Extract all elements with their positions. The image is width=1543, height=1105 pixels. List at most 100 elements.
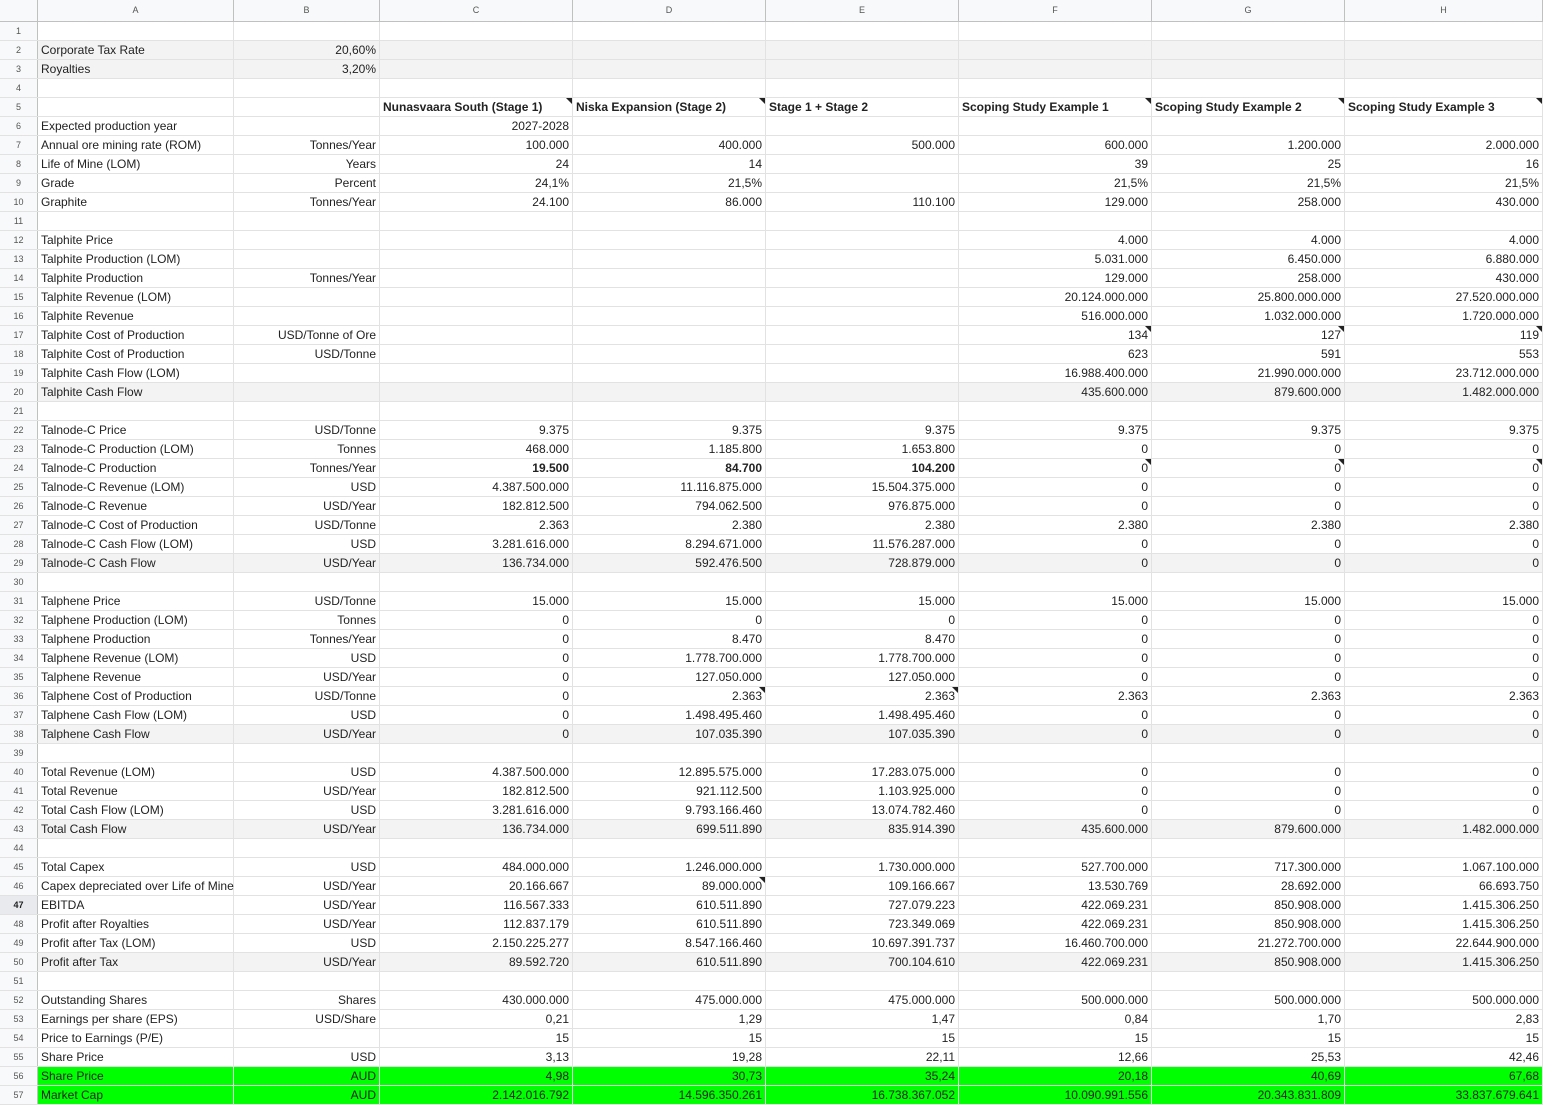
- row-number[interactable]: 19: [0, 364, 38, 382]
- cell-c17[interactable]: [380, 326, 573, 344]
- cell-a44[interactable]: [38, 839, 234, 857]
- cell-f44[interactable]: [959, 839, 1152, 857]
- cell-c32[interactable]: 0: [380, 611, 573, 629]
- cell-e20[interactable]: [766, 383, 959, 401]
- cell-d6[interactable]: [573, 117, 766, 135]
- cell-e1[interactable]: [766, 22, 959, 40]
- cell-b36[interactable]: USD/Tonne: [234, 687, 380, 705]
- cell-h7[interactable]: 2.000.000: [1345, 136, 1543, 154]
- cell-c15[interactable]: [380, 288, 573, 306]
- cell-g6[interactable]: [1152, 117, 1345, 135]
- cell-b41[interactable]: USD/Year: [234, 782, 380, 800]
- cell-e22[interactable]: 9.375: [766, 421, 959, 439]
- cell-f45[interactable]: 527.700.000: [959, 858, 1152, 876]
- cell-a25[interactable]: Talnode-C Revenue (LOM): [38, 478, 234, 496]
- cell-h14[interactable]: 430.000: [1345, 269, 1543, 287]
- cell-g5[interactable]: Scoping Study Example 2: [1152, 98, 1345, 116]
- cell-f55[interactable]: 12,66: [959, 1048, 1152, 1066]
- cell-h16[interactable]: 1.720.000.000: [1345, 307, 1543, 325]
- cell-b43[interactable]: USD/Year: [234, 820, 380, 838]
- cell-h47[interactable]: 1.415.306.250: [1345, 896, 1543, 914]
- cell-g46[interactable]: 28.692.000: [1152, 877, 1345, 895]
- cell-b17[interactable]: USD/Tonne of Ore: [234, 326, 380, 344]
- cell-c1[interactable]: [380, 22, 573, 40]
- cell-d4[interactable]: [573, 79, 766, 97]
- row-number[interactable]: 1: [0, 22, 38, 40]
- cell-d7[interactable]: 400.000: [573, 136, 766, 154]
- cell-h49[interactable]: 22.644.900.000: [1345, 934, 1543, 952]
- cell-h8[interactable]: 16: [1345, 155, 1543, 173]
- cell-c51[interactable]: [380, 972, 573, 990]
- cell-e29[interactable]: 728.879.000: [766, 554, 959, 572]
- cell-h21[interactable]: [1345, 402, 1543, 420]
- cell-d31[interactable]: 15.000: [573, 592, 766, 610]
- cell-e36[interactable]: 2.363: [766, 687, 959, 705]
- cell-b5[interactable]: [234, 98, 380, 116]
- cell-c24[interactable]: 19.500: [380, 459, 573, 477]
- cell-c2[interactable]: [380, 41, 573, 59]
- cell-f24[interactable]: 0: [959, 459, 1152, 477]
- cell-a38[interactable]: Talphene Cash Flow: [38, 725, 234, 743]
- row-number[interactable]: 33: [0, 630, 38, 648]
- cell-f26[interactable]: 0: [959, 497, 1152, 515]
- cell-d34[interactable]: 1.778.700.000: [573, 649, 766, 667]
- cell-f35[interactable]: 0: [959, 668, 1152, 686]
- cell-b38[interactable]: USD/Year: [234, 725, 380, 743]
- cell-f1[interactable]: [959, 22, 1152, 40]
- cell-h30[interactable]: [1345, 573, 1543, 591]
- cell-c56[interactable]: 4,98: [380, 1067, 573, 1085]
- cell-g26[interactable]: 0: [1152, 497, 1345, 515]
- cell-f41[interactable]: 0: [959, 782, 1152, 800]
- cell-h36[interactable]: 2.363: [1345, 687, 1543, 705]
- row-number[interactable]: 12: [0, 231, 38, 249]
- cell-a52[interactable]: Outstanding Shares: [38, 991, 234, 1009]
- cell-e39[interactable]: [766, 744, 959, 762]
- cell-f9[interactable]: 21,5%: [959, 174, 1152, 192]
- cell-g37[interactable]: 0: [1152, 706, 1345, 724]
- cell-c9[interactable]: 24,1%: [380, 174, 573, 192]
- cell-d15[interactable]: [573, 288, 766, 306]
- cell-g16[interactable]: 1.032.000.000: [1152, 307, 1345, 325]
- cell-e11[interactable]: [766, 212, 959, 230]
- row-number[interactable]: 10: [0, 193, 38, 211]
- cell-b22[interactable]: USD/Tonne: [234, 421, 380, 439]
- cell-f53[interactable]: 0,84: [959, 1010, 1152, 1028]
- cell-b39[interactable]: [234, 744, 380, 762]
- cell-g35[interactable]: 0: [1152, 668, 1345, 686]
- cell-d26[interactable]: 794.062.500: [573, 497, 766, 515]
- cell-e28[interactable]: 11.576.287.000: [766, 535, 959, 553]
- cell-h26[interactable]: 0: [1345, 497, 1543, 515]
- cell-e38[interactable]: 107.035.390: [766, 725, 959, 743]
- cell-c7[interactable]: 100.000: [380, 136, 573, 154]
- cell-c44[interactable]: [380, 839, 573, 857]
- cell-h24[interactable]: 0: [1345, 459, 1543, 477]
- cell-e52[interactable]: 475.000.000: [766, 991, 959, 1009]
- cell-f31[interactable]: 15.000: [959, 592, 1152, 610]
- cell-a16[interactable]: Talphite Revenue: [38, 307, 234, 325]
- cell-g34[interactable]: 0: [1152, 649, 1345, 667]
- cell-c3[interactable]: [380, 60, 573, 78]
- cell-a30[interactable]: [38, 573, 234, 591]
- row-number[interactable]: 38: [0, 725, 38, 743]
- row-number[interactable]: 47: [0, 896, 38, 914]
- cell-d16[interactable]: [573, 307, 766, 325]
- row-number[interactable]: 40: [0, 763, 38, 781]
- cell-a4[interactable]: [38, 79, 234, 97]
- cell-h39[interactable]: [1345, 744, 1543, 762]
- cell-d21[interactable]: [573, 402, 766, 420]
- cell-a20[interactable]: Talphite Cash Flow: [38, 383, 234, 401]
- cell-c4[interactable]: [380, 79, 573, 97]
- cell-d49[interactable]: 8.547.166.460: [573, 934, 766, 952]
- cell-d52[interactable]: 475.000.000: [573, 991, 766, 1009]
- cell-e3[interactable]: [766, 60, 959, 78]
- cell-h9[interactable]: 21,5%: [1345, 174, 1543, 192]
- cell-f40[interactable]: 0: [959, 763, 1152, 781]
- cell-h18[interactable]: 553: [1345, 345, 1543, 363]
- cell-b13[interactable]: [234, 250, 380, 268]
- cell-d43[interactable]: 699.511.890: [573, 820, 766, 838]
- cell-g2[interactable]: [1152, 41, 1345, 59]
- cell-h33[interactable]: 0: [1345, 630, 1543, 648]
- cell-b24[interactable]: Tonnes/Year: [234, 459, 380, 477]
- cell-f29[interactable]: 0: [959, 554, 1152, 572]
- cell-a3[interactable]: Royalties: [38, 60, 234, 78]
